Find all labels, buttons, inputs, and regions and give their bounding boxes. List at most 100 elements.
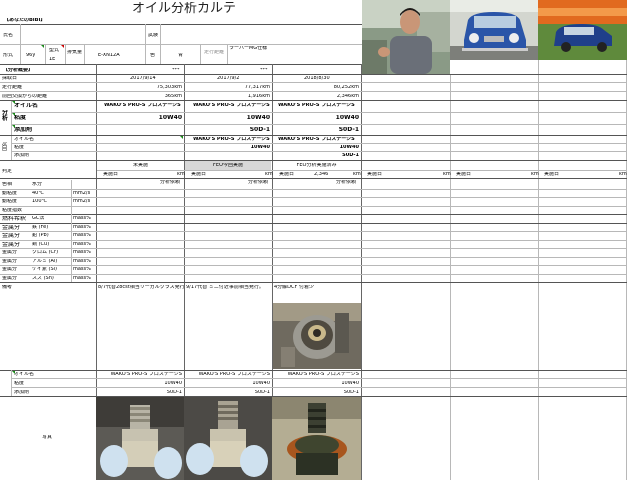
divider xyxy=(0,178,627,179)
viscosity-next-2: 10W40 xyxy=(250,145,270,150)
additive-next-3: S0D-1 xyxy=(342,153,359,158)
metric-sub: クロム (Cr) xyxy=(32,250,59,255)
divider xyxy=(0,100,627,101)
metric-sub: 鉛 (Pb) xyxy=(32,233,49,238)
comment-marker xyxy=(12,125,15,128)
divider xyxy=(20,24,21,64)
additive-2: S0D-1 xyxy=(249,127,270,133)
oil-name-2: WAKO'S PRO-S プロステージS xyxy=(193,103,270,108)
divider xyxy=(0,265,627,266)
status-unit-2: km xyxy=(265,172,273,177)
oil-name-3: WAKO'S PRO-S プロステージS xyxy=(278,103,355,108)
divider xyxy=(0,74,627,75)
metric-label: 色相 xyxy=(2,182,13,187)
metric-label: 動粘度 xyxy=(2,199,18,204)
bottom-visc-label: 粘度 xyxy=(14,381,25,386)
divider xyxy=(0,248,627,249)
sample-extra-1: *** xyxy=(172,68,180,73)
divider xyxy=(65,44,66,64)
row-label-oil-name-next: オイル名 xyxy=(14,137,35,142)
photo-label: 写真 xyxy=(42,435,53,440)
test-label: 試験 xyxy=(148,33,159,38)
divider xyxy=(0,91,627,92)
divider xyxy=(0,24,362,25)
metric-unit: mass% xyxy=(73,275,91,281)
since-change-3: 2,346km xyxy=(336,94,359,99)
since-change-2: 1,916km xyxy=(247,94,270,99)
status-date-label-4: 実施日 xyxy=(367,172,383,177)
photo-drain-bolt-3 xyxy=(272,397,361,480)
engine-label: 型式 xyxy=(49,48,60,53)
divider xyxy=(11,151,627,152)
grid-line xyxy=(361,64,362,480)
divider xyxy=(160,44,161,64)
divider xyxy=(0,160,627,161)
sample-extra-2: *** xyxy=(260,68,268,73)
photo-drain-bolt-1 xyxy=(96,397,184,480)
metric-label: 金属分 xyxy=(2,267,18,272)
metric-sub: アルミ (Al) xyxy=(32,258,58,264)
divider xyxy=(0,282,627,283)
metric-sub: スズ (Sn) xyxy=(32,275,54,281)
row-label-since-change: 前回交換からの距離 xyxy=(2,94,48,99)
bottom-visc-1: 10W40 xyxy=(164,381,182,386)
divider xyxy=(0,44,362,45)
comment-marker xyxy=(12,371,15,374)
sample-date-3: 2018/8/30 xyxy=(304,76,330,81)
metric-sub: 水分 xyxy=(32,182,43,187)
divider xyxy=(145,44,146,64)
divider xyxy=(0,370,627,371)
status-unit-1: km xyxy=(177,172,185,177)
mileage-label: 走行距離 xyxy=(204,50,225,55)
metric-label: 金属分 xyxy=(2,275,18,281)
status-3: FEO分析実施済み xyxy=(296,163,337,168)
owner-label: 【あなたのBIBI】 xyxy=(4,18,46,23)
divider xyxy=(0,256,627,258)
divider xyxy=(145,24,146,44)
grid-line xyxy=(71,180,72,282)
divider xyxy=(11,143,627,144)
metric-sub: ケイ素 (Si) xyxy=(32,267,57,272)
divider xyxy=(11,112,627,113)
metric-unit: mass% xyxy=(73,241,91,247)
divider xyxy=(0,205,627,207)
row-label-additive-next: 添加剤 xyxy=(14,153,30,158)
additive-3: S0D-1 xyxy=(338,127,359,133)
comment-marker xyxy=(61,45,64,48)
name-label: 氏名 xyxy=(3,33,14,38)
status-unit-5: km xyxy=(531,172,539,177)
divider xyxy=(227,44,228,64)
status-unit-4: km xyxy=(443,172,451,177)
row-label-additive: 添加剤 xyxy=(14,127,33,133)
metric-label: 金属分 xyxy=(2,250,18,255)
shop-name: ラーバーMG仕様 xyxy=(229,46,268,51)
metric-sub: 鉄 (Fe) xyxy=(32,224,49,230)
metric-unit: mass% xyxy=(73,250,91,255)
photo-person xyxy=(362,0,450,74)
oil-name-next-2: WAKO'S PRO-S プロステージS xyxy=(193,137,270,142)
comment-marker xyxy=(180,136,183,139)
oil-name-1: WAKO'S PRO-S プロステージS xyxy=(104,103,181,108)
color-label: 色 xyxy=(150,53,156,58)
split-label-1: 分析依頼 xyxy=(160,180,181,185)
note-2: 9/17代替 ミニ付近事前相当発行。 xyxy=(186,285,264,290)
divider xyxy=(0,214,627,215)
divider xyxy=(0,64,362,65)
row-label-oil-name: オイル名 xyxy=(14,103,39,109)
side-label-next: 次回 xyxy=(2,142,8,152)
metric-sub: 100℃ xyxy=(32,199,48,204)
split-label-3: 分析依頼 xyxy=(336,180,357,185)
oil-name-next-3: WAKO'S PRO-S プロステージS xyxy=(278,137,355,142)
divider xyxy=(0,197,627,198)
bottom-oil-label: オイル名 xyxy=(14,372,35,377)
metric-sub: 銅 (Cu) xyxy=(32,241,50,247)
odometer-2: 77,317km xyxy=(244,85,270,90)
row-label-odometer: 走行距離 xyxy=(2,85,23,90)
status-unit-3: km xyxy=(353,172,361,177)
split-label-2: 分析依頼 xyxy=(248,180,269,185)
divider xyxy=(11,378,627,379)
bottom-oil-3: WAKO'S PRO-S プロステージS xyxy=(287,372,359,377)
metric-label: 金属分 xyxy=(2,233,21,239)
divider xyxy=(45,44,46,64)
viscosity-2: 10W40 xyxy=(246,115,270,121)
